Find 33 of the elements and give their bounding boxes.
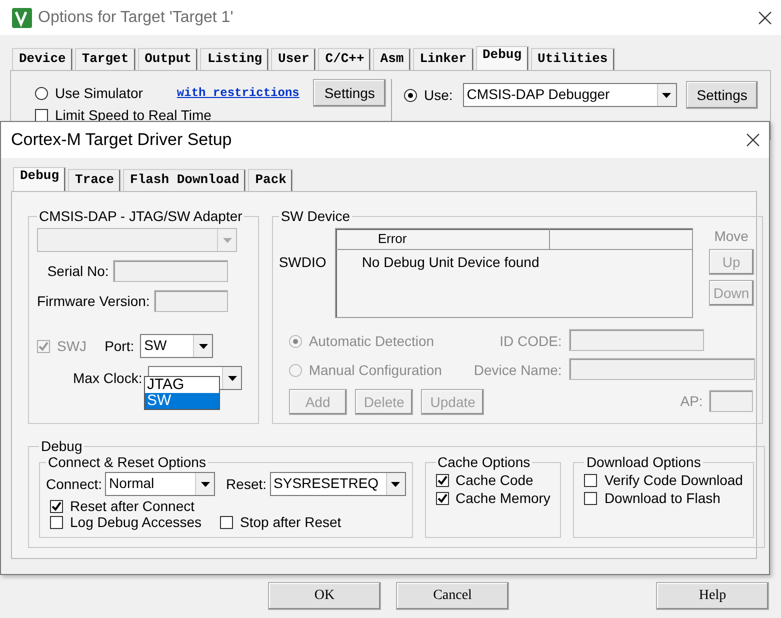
checkbox-label: Download to Flash bbox=[604, 490, 720, 506]
group-title: Download Options bbox=[585, 454, 702, 470]
radio-label: Automatic Detection bbox=[308, 333, 434, 350]
dialog-title: Cortex-M Target Driver Setup bbox=[11, 130, 232, 150]
list-message: No Debug Unit Device found bbox=[360, 253, 540, 270]
field-label: Serial No: bbox=[47, 263, 109, 279]
group-title: SW Device bbox=[280, 208, 352, 224]
checkbox-label: Cache Code bbox=[456, 472, 534, 488]
radio-label: Manual Configuration bbox=[308, 362, 442, 378]
field-label: Device Name: bbox=[472, 362, 563, 378]
window-title: Options for Target 'Target 1' bbox=[38, 8, 234, 26]
move-label: Move bbox=[714, 228, 748, 244]
group-title: Cache Options bbox=[436, 454, 532, 470]
checkbox-label: Limit Speed to Real Time bbox=[55, 107, 212, 123]
field-label: Max Clock: bbox=[73, 370, 142, 386]
field-label: Reset: bbox=[226, 476, 267, 492]
group-title: Debug bbox=[40, 438, 84, 454]
checkbox-label: Stop after Reset bbox=[240, 514, 342, 530]
group-title: CMSIS-DAP - JTAG/SW Adapter bbox=[38, 208, 244, 224]
field-label: Port: bbox=[104, 338, 134, 354]
checkbox-label: Log Debug Accesses bbox=[70, 514, 202, 530]
field-label: Connect: bbox=[46, 476, 102, 492]
checkbox-label: Reset after Connect bbox=[70, 498, 195, 514]
checkbox-label: Cache Memory bbox=[456, 490, 550, 506]
field-label: Firmware Version: bbox=[37, 293, 150, 309]
field-label: ID CODE: bbox=[498, 333, 563, 350]
checkbox-label: Verify Code Download bbox=[604, 472, 743, 488]
group-title: Connect & Reset Options bbox=[47, 454, 207, 470]
radio-label: Use: bbox=[424, 87, 453, 103]
checkbox-label: SWJ bbox=[57, 338, 87, 354]
field-label: AP: bbox=[680, 392, 703, 409]
radio-label: Use Simulator bbox=[55, 85, 143, 101]
row-label: SWDIO bbox=[278, 254, 328, 272]
